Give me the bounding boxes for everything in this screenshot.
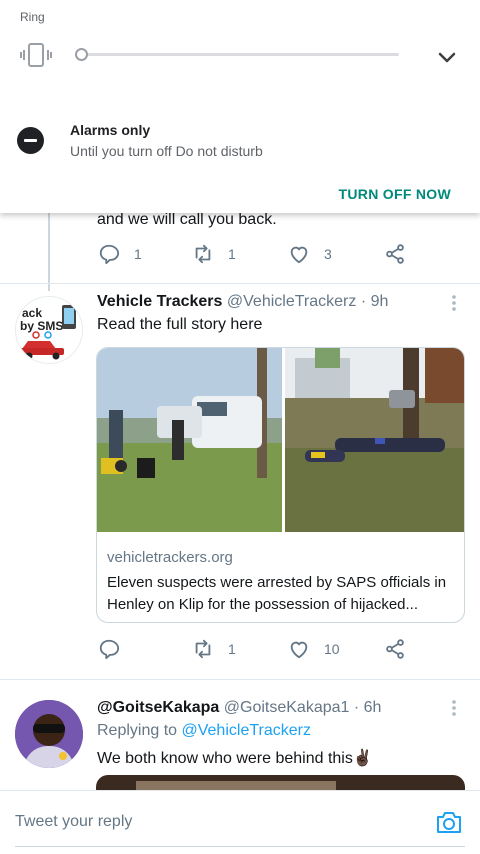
more-icon[interactable] xyxy=(451,699,457,717)
camera-icon[interactable] xyxy=(435,808,463,836)
news-photo-2 xyxy=(285,348,464,532)
tweet-text: and we will call you back. xyxy=(97,211,277,228)
handle[interactable]: @GoitseKakapa1 xyxy=(224,699,350,716)
heart-icon xyxy=(290,246,308,264)
timestamp: · 9h xyxy=(360,293,389,310)
dnd-subtitle: Until you turn off Do not disturb xyxy=(70,143,263,159)
ring-label: Ring xyxy=(20,10,45,24)
handle[interactable]: @VehicleTrackerz xyxy=(227,293,356,310)
retweet-icon xyxy=(195,244,211,264)
display-name[interactable]: @GoitseKakapa xyxy=(97,699,219,716)
thread-connector xyxy=(48,213,50,291)
like-action[interactable]: 3 xyxy=(288,243,332,265)
replying-to-prefix: Replying to xyxy=(97,722,178,739)
display-name[interactable]: Vehicle Trackers xyxy=(97,293,222,310)
retweet-icon xyxy=(195,639,211,659)
replying-to: Replying to @VehicleTrackerz xyxy=(97,722,311,740)
retweet-count: 1 xyxy=(228,246,236,262)
dnd-title: Alarms only xyxy=(70,122,151,138)
svg-text:ack: ack xyxy=(22,306,42,320)
svg-text:by SMS: by SMS xyxy=(20,319,63,333)
tweet-text: Read the full story here xyxy=(97,316,263,333)
tweet-divider xyxy=(0,283,480,284)
reply-input[interactable]: Tweet your reply xyxy=(15,813,132,831)
like-action[interactable]: 10 xyxy=(288,638,340,660)
retweet-action[interactable]: 1 xyxy=(192,243,236,265)
avatar[interactable] xyxy=(15,700,83,768)
card-title: Eleven suspects were arrested by SAPS of… xyxy=(107,574,447,613)
reply-icon xyxy=(99,639,120,660)
reply-composer: Tweet your reply xyxy=(0,790,480,854)
like-count: 10 xyxy=(324,641,340,657)
vehicle-trackers-logo: ack by SMS xyxy=(20,305,76,360)
news-photo-1 xyxy=(97,348,282,532)
tweet-header: @GoitseKakapa @GoitseKakapa1 · 6h xyxy=(97,699,381,717)
vibrate-icon[interactable] xyxy=(20,43,52,67)
more-icon[interactable] xyxy=(451,294,457,312)
like-count: 3 xyxy=(324,246,332,262)
reply-action[interactable]: 1 xyxy=(98,243,142,265)
user-photo xyxy=(15,700,83,768)
ring-volume-slider[interactable] xyxy=(78,53,399,56)
do-not-disturb-icon xyxy=(17,127,44,154)
tweet-divider xyxy=(0,679,480,680)
victory-hand-emoji: ✌🏿 xyxy=(352,750,373,767)
reply-icon xyxy=(99,244,120,265)
card-domain: vehicletrackers.org xyxy=(107,549,233,566)
retweet-count: 1 xyxy=(228,641,236,657)
avatar[interactable]: ack by SMS xyxy=(15,296,83,364)
timestamp: · 6h xyxy=(353,699,382,716)
retweet-action[interactable]: 1 xyxy=(192,638,236,660)
share-action[interactable] xyxy=(384,638,406,660)
heart-icon xyxy=(290,641,308,659)
share-action[interactable] xyxy=(384,243,406,265)
link-card[interactable]: vehicletrackers.org Eleven suspects were… xyxy=(96,347,465,623)
reply-action[interactable] xyxy=(98,638,134,660)
share-icon xyxy=(386,244,404,264)
tweet-header: Vehicle Trackers @VehicleTrackerz · 9h xyxy=(97,293,388,311)
turn-off-now-button[interactable]: TURN OFF NOW xyxy=(339,186,451,202)
tweet-text-container: We both know who were behind this✌🏿 xyxy=(97,748,373,768)
share-icon xyxy=(386,639,404,659)
replying-to-link[interactable]: @VehicleTrackerz xyxy=(182,722,311,739)
notification-shade: Ring Alarms only Until you turn off Do n… xyxy=(0,0,480,213)
ring-volume-slider-thumb[interactable] xyxy=(75,48,88,61)
tweet-text: We both know who were behind this xyxy=(97,750,353,767)
chevron-down-icon[interactable] xyxy=(432,46,462,70)
reply-count: 1 xyxy=(134,246,142,262)
reply-input-underline xyxy=(15,846,465,847)
